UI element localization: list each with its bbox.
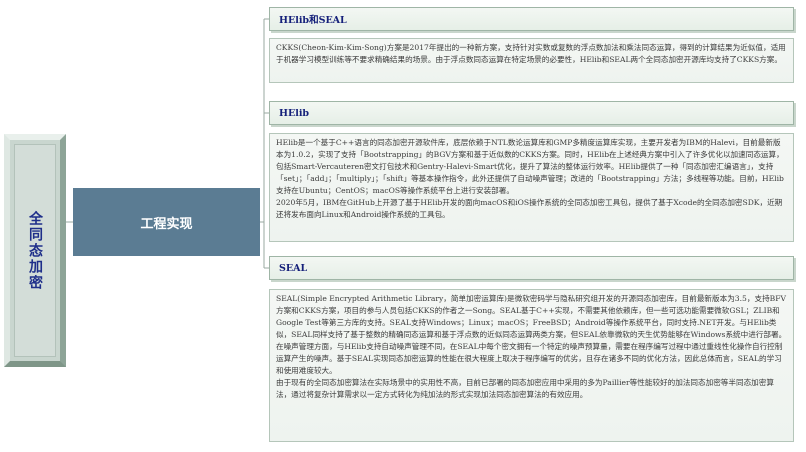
content-paragraph: 在噪声管理方面，与HElib支持自动噪声管理不同，在SEAL中每个密文拥有一个特… xyxy=(276,342,783,375)
topic-header-helib[interactable]: HElib xyxy=(269,101,794,125)
mindmap-canvas: 全同态加密 工程实现 HElib和SEAL CKKS(Cheon-Kim-Kim… xyxy=(0,0,806,452)
topic-content-helib-seal: CKKS(Cheon-Kim-Kim-Song)方案是2017年提出的一种新方案… xyxy=(269,38,794,83)
content-paragraph: CKKS(Cheon-Kim-Kim-Song)方案是2017年提出的一种新方案… xyxy=(276,43,786,64)
topic-content-seal: SEAL(Simple Encrypted Arithmetic Library… xyxy=(269,289,794,442)
topic-title: SEAL xyxy=(279,262,308,274)
branch-node-label: 工程实现 xyxy=(140,216,193,232)
topic-header-helib-seal[interactable]: HElib和SEAL xyxy=(269,7,794,31)
topic-title: HElib和SEAL xyxy=(279,15,347,26)
root-node-face: 全同态加密 xyxy=(14,144,56,357)
content-paragraph: SEAL(Simple Encrypted Arithmetic Library… xyxy=(276,294,787,339)
topic-header-seal[interactable]: SEAL xyxy=(269,256,794,280)
topic-content-helib: HElib是一个基于C++语言的同态加密开源软件库，底层依赖于NTL数论运算库和… xyxy=(269,133,794,242)
content-paragraph: 由于现有的全同态加密算法在实际场景中的实用性不高，目前已部署的同态加密应用中采用… xyxy=(276,378,774,399)
root-node[interactable]: 全同态加密 xyxy=(4,134,66,367)
content-paragraph: 2020年5月，IBM在GitHub上开源了基于HElib开发的面向macOS和… xyxy=(276,198,783,219)
branch-node[interactable]: 工程实现 xyxy=(73,188,260,256)
content-paragraph: HElib是一个基于C++语言的同态加密开源软件库，底层依赖于NTL数论运算库和… xyxy=(276,138,784,195)
topic-title: HElib xyxy=(279,107,310,119)
root-node-label: 全同态加密 xyxy=(27,210,43,291)
